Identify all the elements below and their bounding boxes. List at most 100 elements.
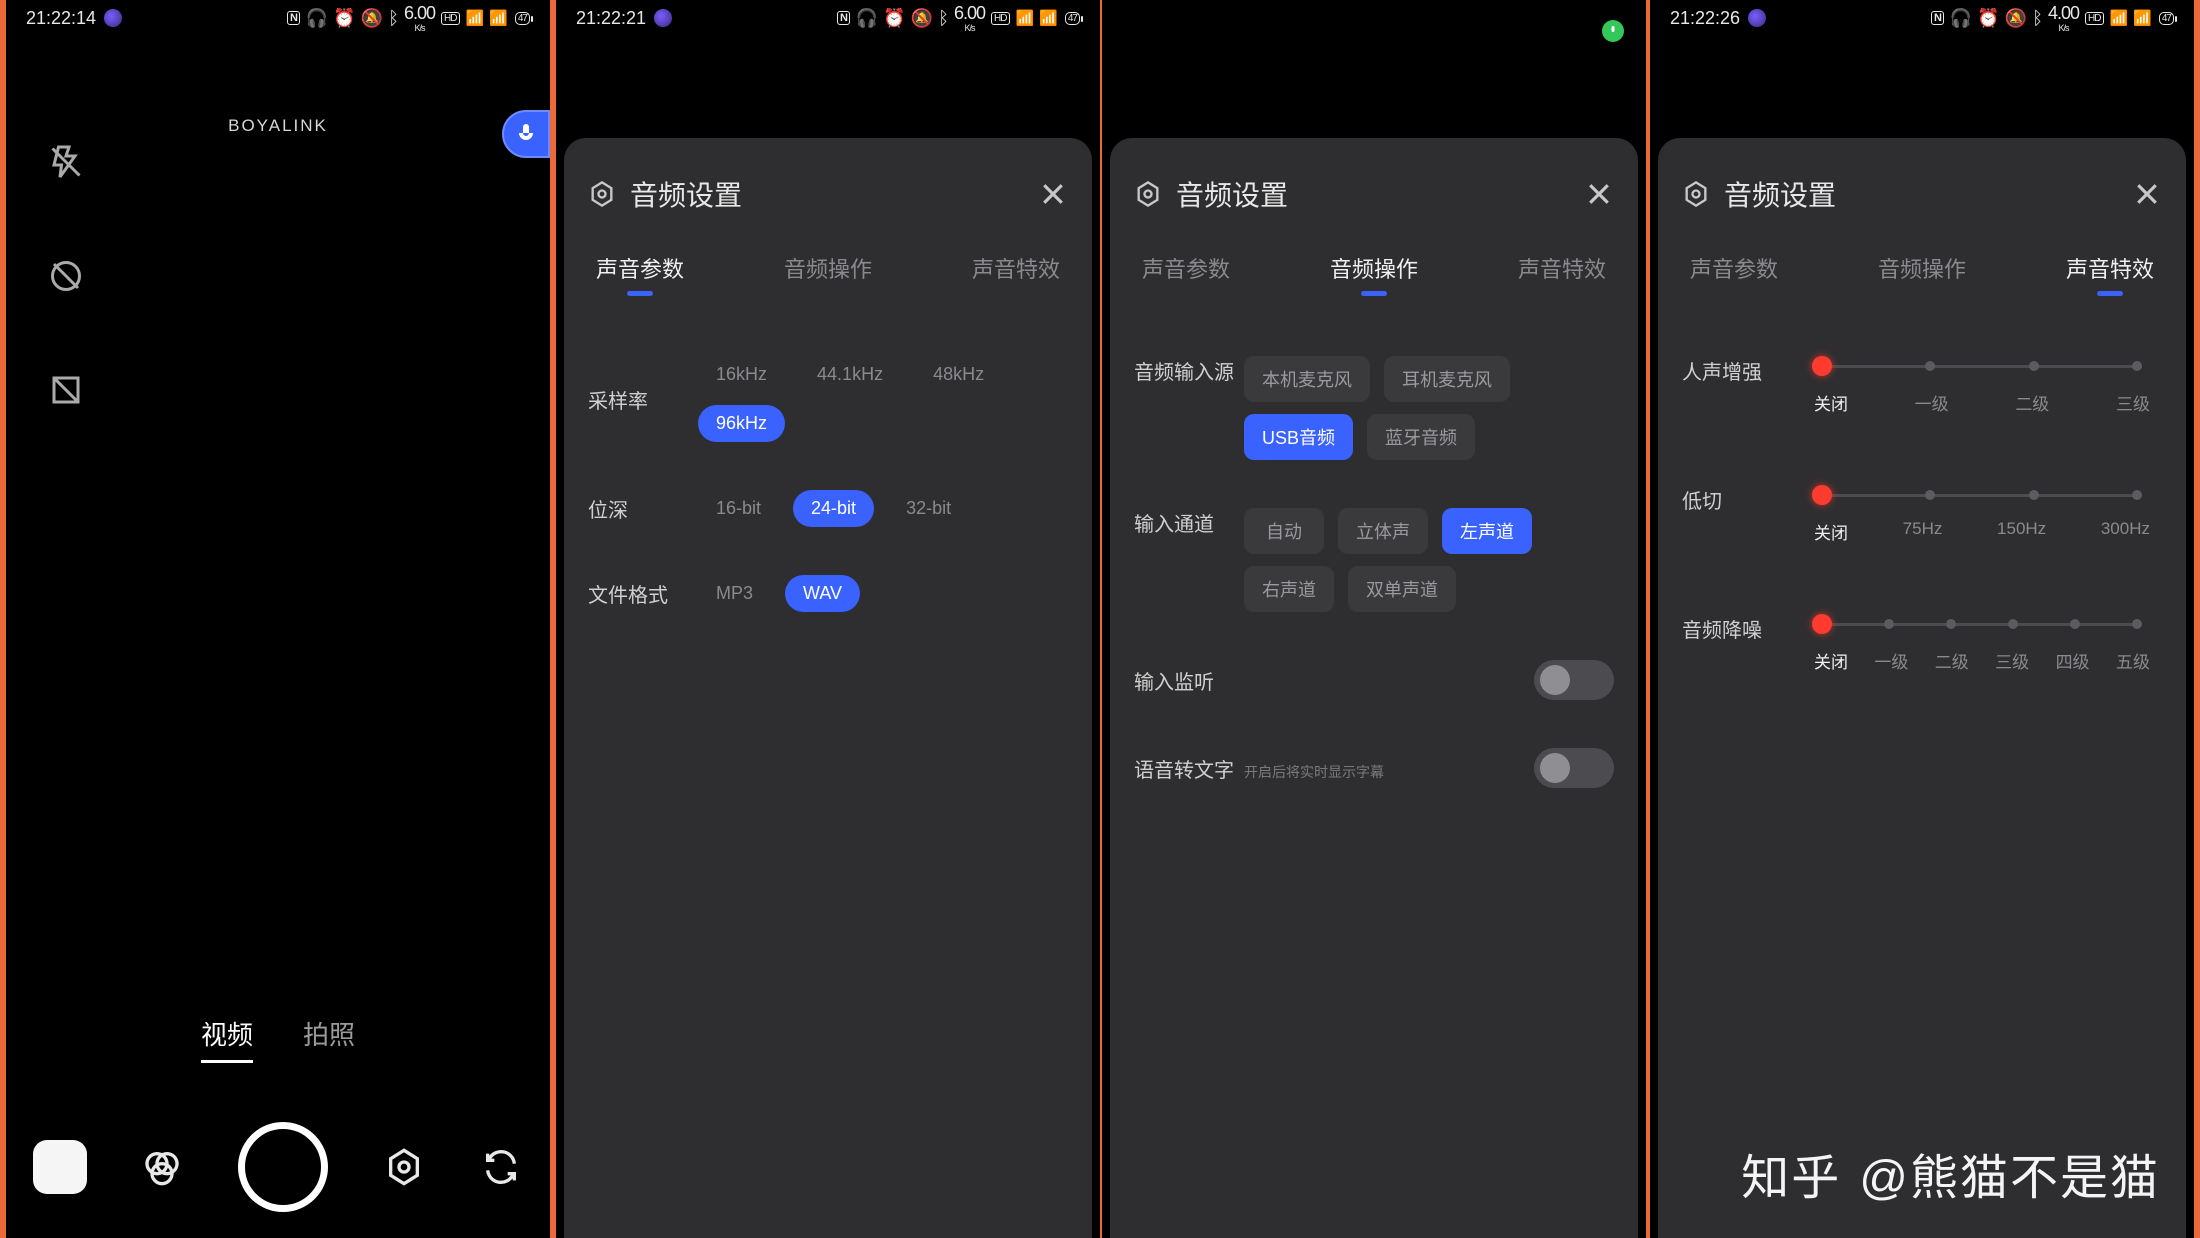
nfc-icon: N	[837, 11, 850, 25]
close-button[interactable]	[1038, 179, 1068, 209]
mode-video[interactable]: 视频	[201, 1015, 253, 1063]
battery-icon: 47	[1065, 12, 1080, 25]
headset-icon: 🎧	[1950, 8, 1971, 29]
alarm-icon: ⏰	[1977, 8, 1998, 29]
opt-bt-audio[interactable]: 蓝牙音频	[1367, 414, 1475, 460]
opt-44khz[interactable]: 44.1kHz	[799, 356, 901, 393]
settings-screen-ops: 音频设置 声音参数 音频操作 声音特效 音频输入源 本机麦克风 耳机麦克风 US…	[1102, 0, 1646, 1238]
audio-settings-sheet: 音频设置 声音参数 音频操作 声音特效 采样率 16kHz 44.1kHz 48…	[564, 138, 1092, 1238]
close-icon	[1038, 179, 1068, 209]
tab-sound-fx[interactable]: 声音特效	[972, 252, 1060, 296]
alarm-icon: ⏰	[333, 8, 354, 29]
fx-voice-enhance: 人声增强 关闭 一级 二级 三级	[1682, 356, 2162, 415]
label-speech-to-text: 语音转文字	[1134, 754, 1234, 783]
settings-screen-fx: 21:22:26 N 🎧 ⏰ 🔕 ᛒ 4.00K/s HD 📶 📶 47 音频设…	[1650, 0, 2194, 1238]
slider-noise-reduction[interactable]	[1822, 614, 2142, 634]
settings-screen-params: 21:22:21 N 🎧 ⏰ 🔕 ᛒ 6.00K/s HD 📶 📶 47 音频设…	[556, 0, 1100, 1238]
mic-active-indicator	[1602, 20, 1624, 42]
opt-dual-mono[interactable]: 双单声道	[1348, 566, 1456, 612]
row-input-monitor: 输入监听	[1134, 660, 1614, 700]
label-noise-reduction: 音频降噪	[1682, 614, 1772, 643]
tab-sound-params[interactable]: 声音参数	[1142, 252, 1230, 296]
battery-icon: 47	[515, 12, 530, 25]
status-time: 21:22:14	[26, 8, 96, 29]
grid-off-icon	[48, 372, 84, 408]
opt-96khz[interactable]: 96kHz	[698, 405, 785, 442]
opt-auto[interactable]: 自动	[1244, 508, 1324, 554]
tab-sound-fx[interactable]: 声音特效	[1518, 252, 1606, 296]
row-bit-depth: 位深 16-bit 24-bit 32-bit	[588, 490, 1068, 527]
status-bar: 21:22:26 N 🎧 ⏰ 🔕 ᛒ 4.00K/s HD 📶 📶 47	[1650, 0, 2194, 36]
grid-off-button[interactable]	[44, 368, 88, 412]
assistant-dot-icon	[104, 9, 122, 27]
opt-16khz[interactable]: 16kHz	[698, 356, 785, 393]
opt-wav[interactable]: WAV	[785, 575, 860, 612]
switch-input-monitor[interactable]	[1534, 660, 1614, 700]
shutter-button[interactable]	[238, 1122, 328, 1212]
zhihu-logo: 知乎	[1741, 1138, 1841, 1208]
tab-sound-fx[interactable]: 声音特效	[2066, 252, 2154, 296]
status-right: N 🎧 ⏰ 🔕 ᛒ 4.00K/s HD 📶 📶 47	[1931, 3, 2174, 33]
tab-audio-ops[interactable]: 音频操作	[1330, 252, 1418, 296]
status-bar: 21:22:14 N 🎧 ⏰ 🔕 ᛒ 6.00K/s HD 📶 📶 47	[6, 0, 550, 36]
opt-mp3[interactable]: MP3	[698, 575, 771, 612]
opt-24bit[interactable]: 24-bit	[793, 490, 874, 527]
opt-32bit[interactable]: 32-bit	[888, 490, 969, 527]
label-bit-depth: 位深	[588, 494, 698, 523]
filters-icon	[142, 1147, 182, 1187]
opt-16bit[interactable]: 16-bit	[698, 490, 779, 527]
mic-icon	[1607, 25, 1619, 37]
tab-audio-ops[interactable]: 音频操作	[784, 252, 872, 296]
close-button[interactable]	[1584, 179, 1614, 209]
switch-camera-button[interactable]	[479, 1145, 523, 1189]
mic-bubble-button[interactable]	[502, 110, 550, 158]
hd-icon: HD	[991, 12, 1009, 25]
close-button[interactable]	[2132, 179, 2162, 209]
fx-noise-reduction: 音频降噪 关闭 一级 二级 三级 四级 五级	[1682, 614, 2162, 673]
mute-icon: 🔕	[2005, 8, 2026, 29]
fx-low-cut: 低切 关闭 75Hz 150Hz 300Hz	[1682, 485, 2162, 544]
switch-camera-icon	[481, 1147, 521, 1187]
opt-usb-audio[interactable]: USB音频	[1244, 414, 1353, 460]
assistant-dot-icon	[654, 9, 672, 27]
battery-icon: 47	[2159, 12, 2174, 25]
status-right: N 🎧 ⏰ 🔕 ᛒ 6.00K/s HD 📶 📶 47	[837, 3, 1080, 33]
switch-speech-to-text[interactable]	[1534, 748, 1614, 788]
signal-icon: 📶	[489, 9, 507, 27]
close-icon	[1584, 179, 1614, 209]
mute-icon: 🔕	[361, 8, 382, 29]
gear-icon	[384, 1147, 424, 1187]
label-input-monitor: 输入监听	[1134, 666, 1214, 695]
hd-icon: HD	[441, 12, 459, 25]
timer-off-icon	[48, 258, 84, 294]
status-time: 21:22:26	[1670, 8, 1740, 29]
hd-icon: HD	[2085, 12, 2103, 25]
sheet-title: 音频设置	[630, 174, 1024, 214]
flash-off-button[interactable]	[44, 140, 88, 184]
opt-device-mic[interactable]: 本机麦克风	[1244, 356, 1370, 402]
opt-headset-mic[interactable]: 耳机麦克风	[1384, 356, 1510, 402]
filters-button[interactable]	[140, 1145, 184, 1189]
opt-stereo[interactable]: 立体声	[1338, 508, 1428, 554]
wifi-icon: 📶	[466, 9, 484, 27]
tab-sound-params[interactable]: 声音参数	[1690, 252, 1778, 296]
headset-icon: 🎧	[856, 8, 877, 29]
gear-icon	[588, 180, 616, 208]
opt-48khz[interactable]: 48kHz	[915, 356, 1002, 393]
bluetooth-icon: ᛒ	[388, 8, 398, 29]
sheet-title: 音频设置	[1724, 174, 2118, 214]
app-title: BOYALINK	[6, 116, 550, 136]
mode-photo[interactable]: 拍照	[303, 1015, 355, 1063]
timer-off-button[interactable]	[44, 254, 88, 298]
status-right: N 🎧 ⏰ 🔕 ᛒ 6.00K/s HD 📶 📶 47	[287, 3, 530, 33]
settings-button[interactable]	[382, 1145, 426, 1189]
slider-voice-enhance[interactable]	[1822, 356, 2142, 376]
tab-sound-params[interactable]: 声音参数	[596, 252, 684, 296]
opt-left[interactable]: 左声道	[1442, 508, 1532, 554]
gallery-thumbnail[interactable]	[33, 1140, 87, 1194]
settings-tabs: 声音参数 音频操作 声音特效	[1142, 252, 1606, 296]
signal-icon: 📶	[2133, 9, 2151, 27]
opt-right[interactable]: 右声道	[1244, 566, 1334, 612]
slider-low-cut[interactable]	[1822, 485, 2142, 505]
tab-audio-ops[interactable]: 音频操作	[1878, 252, 1966, 296]
